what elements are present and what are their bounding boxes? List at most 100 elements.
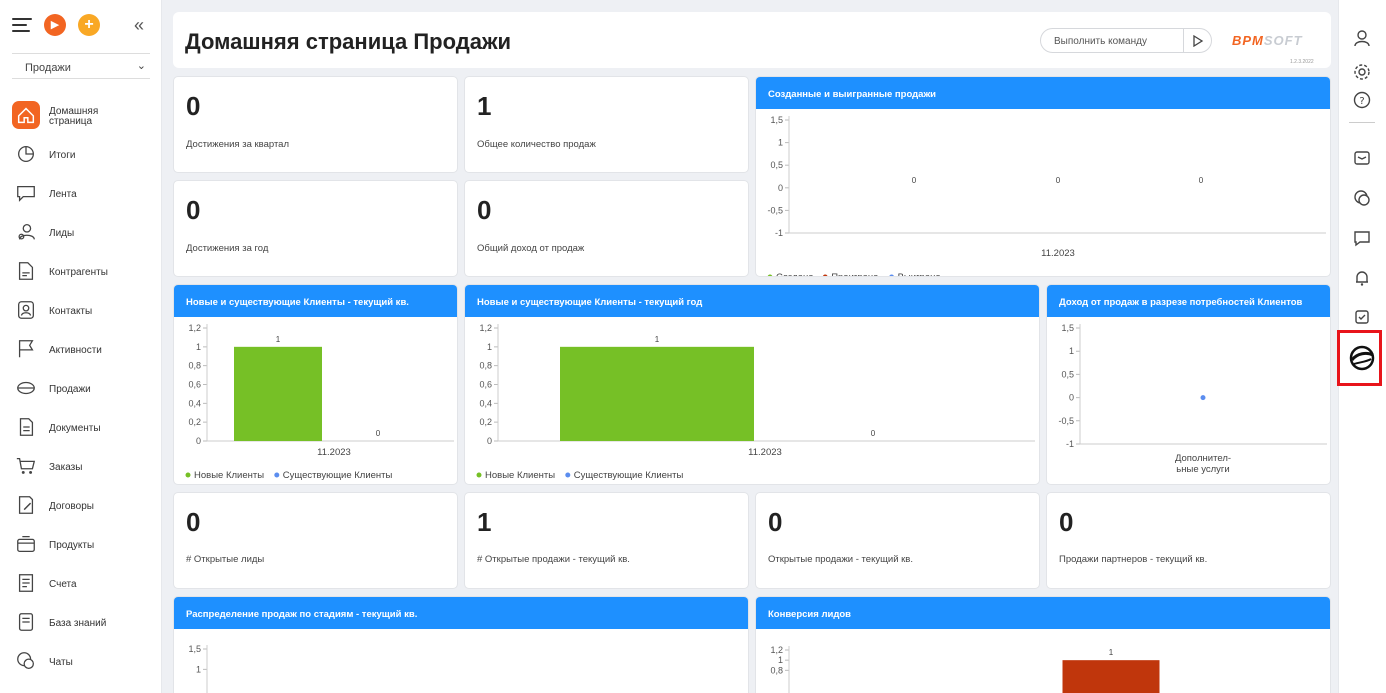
user-profile-icon[interactable] bbox=[1351, 27, 1373, 49]
feed-icon bbox=[12, 179, 40, 207]
feed-icon[interactable] bbox=[1351, 227, 1373, 249]
metric-caption: Открытые продажи - текущий кв. bbox=[768, 554, 913, 565]
sidebar-item[interactable]: Лента bbox=[0, 175, 161, 214]
y-tick-label: 0,4 bbox=[188, 398, 201, 408]
add-icon[interactable]: + bbox=[78, 14, 100, 36]
chart-panel[interactable]: Доход от продаж в разрезе потребностей К… bbox=[1046, 284, 1331, 485]
y-tick-label: 0,6 bbox=[479, 380, 492, 390]
flag-icon bbox=[12, 335, 40, 363]
legend-label: Существующие Клиенты bbox=[574, 470, 684, 481]
metric-card[interactable]: 1 Общее количество продаж bbox=[464, 76, 749, 173]
data-label: 1 bbox=[276, 335, 281, 344]
data-label: 1 bbox=[1109, 648, 1114, 657]
y-tick-label: 0,8 bbox=[479, 361, 492, 371]
data-label: 0 bbox=[1199, 176, 1204, 185]
command-input[interactable]: Выполнить команду bbox=[1040, 28, 1212, 53]
toolbar-divider bbox=[1349, 122, 1375, 123]
metric-card[interactable]: 0 # Открытые лиды bbox=[173, 492, 458, 589]
workspace-select[interactable]: Продажи ⌄ bbox=[12, 53, 150, 79]
sidebar-item[interactable]: Продукты bbox=[0, 526, 161, 565]
sidebar-item[interactable]: Чаты bbox=[0, 643, 161, 682]
y-tick-label: 1 bbox=[1069, 346, 1074, 356]
documents-icon bbox=[12, 413, 40, 441]
bell-icon[interactable] bbox=[1351, 267, 1373, 289]
sidebar-item[interactable]: Лиды bbox=[0, 214, 161, 253]
chart-svg: 1,210,81 bbox=[770, 645, 1160, 693]
metric-card[interactable]: 0 Продажи партнеров - текущий кв. bbox=[1046, 492, 1331, 589]
chart-panel[interactable]: Новые и существующие Клиенты - текущий г… bbox=[464, 284, 1040, 485]
chevron-down-icon: ⌄ bbox=[136, 60, 146, 72]
metric-card[interactable]: 1 # Открытые продажи - текущий кв. bbox=[464, 492, 749, 589]
sidebar-item[interactable]: Итоги bbox=[0, 136, 161, 175]
main-content: Домашняя страница Продажи Выполнить кома… bbox=[173, 12, 1331, 693]
metric-value: 1 bbox=[477, 507, 492, 537]
sidebar-item[interactable]: Продажи bbox=[0, 370, 161, 409]
sidebar-item-label: База знаний bbox=[49, 617, 107, 629]
y-tick-label: 0 bbox=[778, 183, 783, 193]
metric-card[interactable]: 0 Общий доход от продаж bbox=[464, 180, 749, 277]
sidebar-item[interactable]: Домашняя страница bbox=[0, 97, 161, 136]
metric-card[interactable]: 0 Достижения за квартал bbox=[173, 76, 458, 173]
metric-card[interactable]: 0 Достижения за год bbox=[173, 180, 458, 277]
invoices-icon bbox=[12, 569, 40, 597]
sidebar-item[interactable]: Активности bbox=[0, 331, 161, 370]
chart-panel[interactable]: Конверсия лидов 1,2 1 0,8 1 bbox=[755, 596, 1331, 693]
contacts-icon bbox=[12, 296, 40, 324]
metric-value: 1 bbox=[477, 91, 492, 121]
email-icon[interactable] bbox=[1351, 147, 1373, 169]
sidebar-item[interactable]: Документы bbox=[0, 409, 161, 448]
sidebar-top: ▶ + « bbox=[10, 14, 155, 38]
metric-caption: # Открытые продажи - текущий кв. bbox=[477, 554, 630, 565]
chart-title: Новые и существующие Клиенты - текущий г… bbox=[465, 285, 1039, 317]
chart-svg: 1,5 1 0,5 0 -0,5 -1 11.2023 0 0 0 Создано Проиграно… bbox=[767, 115, 1326, 277]
sidebar-item[interactable]: База знаний bbox=[0, 604, 161, 643]
contracts-icon bbox=[12, 491, 40, 519]
y-tick-label: 1 bbox=[778, 655, 783, 665]
legend-label: Новые Клиенты bbox=[485, 470, 555, 481]
chat-icon[interactable] bbox=[1351, 187, 1373, 209]
metric-caption: Общее количество продаж bbox=[477, 139, 596, 150]
menu-icon[interactable] bbox=[12, 18, 32, 32]
cart-icon bbox=[12, 452, 40, 480]
y-tick-label: 1,5 bbox=[1061, 323, 1074, 333]
sidebar-item[interactable]: Счета bbox=[0, 565, 161, 604]
sidebar-item[interactable]: Контрагенты bbox=[0, 253, 161, 292]
metric-value: 0 bbox=[768, 507, 783, 537]
bar bbox=[1062, 660, 1160, 693]
play-icon[interactable]: ▶ bbox=[44, 14, 66, 36]
legend-marker bbox=[185, 472, 191, 478]
y-tick-label: 1,2 bbox=[770, 645, 783, 655]
sidebar-item[interactable]: Договоры bbox=[0, 487, 161, 526]
workspace-label: Продажи bbox=[25, 62, 71, 74]
chart-title: Доход от продаж в разрезе потребностей К… bbox=[1047, 285, 1330, 317]
sidebar-item[interactable]: Заказы bbox=[0, 448, 161, 487]
y-tick-label: 1 bbox=[487, 342, 492, 352]
metric-card[interactable]: 0 Открытые продажи - текущий кв. bbox=[755, 492, 1040, 589]
page-header: Домашняя страница Продажи Выполнить кома… bbox=[173, 12, 1331, 68]
run-command-button[interactable] bbox=[1183, 29, 1211, 52]
chart-title: Конверсия лидов bbox=[756, 597, 1330, 629]
chart-svg: 1,5 1 0,5 0 -0,5 -1 Дополнител-ьные услуги bbox=[1058, 323, 1327, 475]
sidebar-item[interactable]: Контакты bbox=[0, 292, 161, 331]
y-tick-label: -0,5 bbox=[1058, 416, 1074, 426]
sidebar-item-label: Домашняя страница bbox=[49, 105, 99, 127]
y-tick-label: 0,2 bbox=[188, 417, 201, 427]
x-tick-label: Дополнител- bbox=[1175, 453, 1231, 464]
legend-marker bbox=[822, 274, 828, 276]
chart-panel[interactable]: Созданные и выигранные продажи 1,5 1 0,5 0 -… bbox=[755, 76, 1331, 277]
run-icon bbox=[1192, 34, 1203, 47]
y-tick-label: 1,5 bbox=[188, 644, 201, 654]
gear-icon[interactable] bbox=[1351, 61, 1373, 83]
chart-panel[interactable]: Новые и существующие Клиенты - текущий к… bbox=[173, 284, 458, 485]
legend-label: Выиграно bbox=[898, 272, 941, 277]
y-tick-label: 1 bbox=[196, 342, 201, 352]
metric-value: 0 bbox=[186, 91, 201, 121]
data-label: 1 bbox=[655, 335, 660, 344]
y-tick-label: 0,5 bbox=[1061, 369, 1074, 379]
chart-panel[interactable]: Распределение продаж по стадиям - текущи… bbox=[173, 596, 749, 693]
task-check-icon[interactable] bbox=[1351, 306, 1373, 328]
help-icon[interactable]: ? bbox=[1351, 89, 1373, 111]
collapse-sidebar-icon[interactable]: « bbox=[134, 16, 144, 34]
opportunities-icon bbox=[12, 374, 40, 402]
pie-chart-icon bbox=[12, 140, 40, 168]
